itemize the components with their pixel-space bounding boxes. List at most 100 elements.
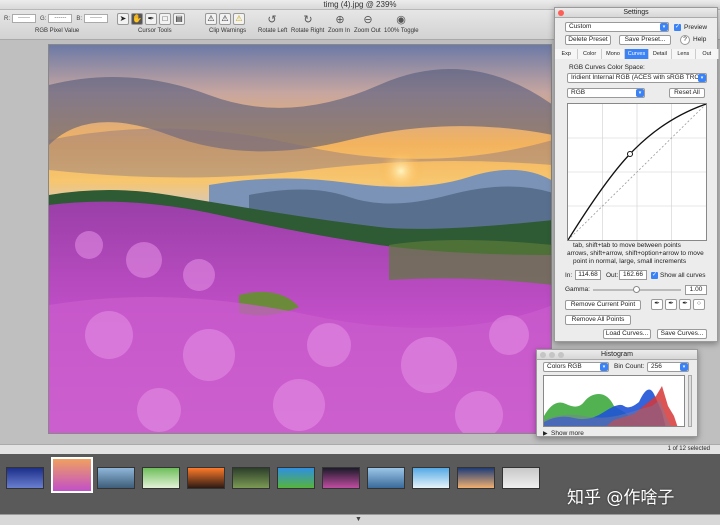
pixel-value-group: R: ------ G: ------ B: ------ [4, 14, 112, 24]
out-label: Out: [606, 272, 619, 279]
main-photo[interactable] [48, 44, 552, 434]
preset-value: Custom [569, 23, 592, 30]
preview-label: Preview [684, 24, 708, 31]
filmstrip-toggle-icon[interactable]: ▼ [355, 516, 362, 523]
tab-mono[interactable]: Mono [601, 49, 626, 59]
preview-checkbox[interactable]: ✓ [674, 24, 681, 31]
b-value-field: ------ [84, 14, 109, 24]
histogram-mode-select[interactable]: Colors RGB ▾ [543, 362, 609, 372]
filmstrip-thumbnail[interactable] [367, 467, 405, 489]
bin-count-select[interactable]: 256 ▾ [647, 362, 689, 372]
histogram-title: Histogram [601, 351, 633, 358]
colorspace-select[interactable]: Iridient Internal RGB (ACES with sRGB TR… [567, 73, 707, 83]
straighten-icon[interactable]: ▤ [173, 13, 185, 25]
curves-help-line-2: arrows, shift+arrow, shift+option+arrow … [567, 250, 704, 257]
rotate-left-icon[interactable]: ↺ [265, 13, 279, 26]
chevron-down-icon: ▾ [660, 23, 668, 31]
close-icon[interactable] [540, 352, 546, 358]
hand-tool-icon[interactable]: ✋ [131, 13, 143, 25]
histogram-scrollbar[interactable] [688, 375, 692, 427]
zoom-out-icon[interactable]: ⊖ [361, 13, 375, 26]
cursor-tools-label: Cursor Tools [138, 28, 172, 34]
tab-detail[interactable]: Detail [648, 49, 673, 59]
histogram-titlebar: Histogram [537, 350, 697, 360]
clip-warning-shadow-icon[interactable]: ⚠ [205, 13, 217, 25]
filmstrip-thumbnail[interactable] [6, 467, 44, 489]
minimize-icon[interactable] [549, 352, 555, 358]
channel-value: RGB [571, 89, 586, 96]
filmstrip-thumbnail[interactable] [457, 467, 495, 489]
show-more-link[interactable]: Show more [551, 430, 584, 437]
cursor-tools-group: ➤ ✋ ✒ □ ▤ [116, 13, 186, 25]
tab-exp[interactable]: Exp [555, 49, 579, 59]
filmstrip-thumbnail[interactable] [142, 467, 180, 489]
load-curves-button[interactable]: Load Curves... [603, 329, 651, 339]
target-icon[interactable]: ○ [693, 299, 705, 310]
zoom-in-label[interactable]: Zoom In [328, 28, 350, 34]
tab-lens[interactable]: Lens [672, 49, 696, 59]
clip-warning-highlight-icon[interactable]: ⚠ [219, 13, 231, 25]
rotate-left-label[interactable]: Rotate Left [258, 28, 287, 34]
curve-control-point [627, 151, 633, 157]
curves-help-line-1: tab, shift+tab to move between points [573, 242, 681, 249]
in-value-field[interactable]: 114.68 [575, 270, 601, 280]
filmstrip-thumbnail[interactable] [322, 467, 360, 489]
disclosure-triangle-icon[interactable]: ▶ [543, 430, 548, 437]
gray-point-eyedropper-icon[interactable]: ✒ [665, 299, 677, 310]
arrow-cursor-icon[interactable]: ➤ [117, 13, 129, 25]
show-all-curves-label: Show all curves [660, 272, 706, 279]
histogram-panel: Histogram Colors RGB ▾ Bin Count: 256 ▾ … [536, 349, 698, 437]
filmstrip-thumbnail[interactable] [277, 467, 315, 489]
tab-curves[interactable]: Curves [625, 49, 649, 59]
help-icon[interactable]: ? [680, 35, 690, 45]
save-curves-button[interactable]: Save Curves... [657, 329, 707, 339]
watermark: 知乎 @作啥子 [567, 488, 675, 508]
settings-title: Settings [623, 9, 649, 16]
zoom-out-label[interactable]: Zoom Out [354, 28, 381, 34]
white-point-eyedropper-icon[interactable]: ✒ [679, 299, 691, 310]
gamma-value-field[interactable]: 1.00 [685, 285, 707, 295]
histogram-mode-value: Colors RGB [547, 363, 582, 370]
rotate-right-label[interactable]: Rotate Right [291, 28, 324, 34]
out-value-field[interactable]: 162.66 [619, 270, 647, 280]
window-title: timg (4).jpg @ 239% [323, 0, 397, 9]
chevron-down-icon: ▾ [698, 74, 706, 82]
remove-all-points-button[interactable]: Remove All Points [565, 315, 631, 325]
in-label: In: [565, 272, 573, 279]
rotate-right-icon[interactable]: ↻ [301, 13, 315, 26]
reset-all-button[interactable]: Reset All [669, 88, 705, 98]
zoom-in-icon[interactable]: ⊕ [333, 13, 347, 26]
gamma-slider-thumb[interactable] [633, 286, 640, 293]
save-preset-button[interactable]: Save Preset... [619, 35, 671, 45]
filmstrip-thumbnail[interactable] [97, 467, 135, 489]
tab-color[interactable]: Color [578, 49, 602, 59]
remove-current-point-button[interactable]: Remove Current Point [565, 300, 641, 310]
delete-preset-button[interactable]: Delete Preset [565, 35, 611, 45]
zoom-100-toggle-icon[interactable]: ◉ [394, 13, 408, 26]
zoom-100-toggle-label[interactable]: 100% Toggle [384, 28, 419, 34]
filmstrip-thumbnail[interactable] [502, 467, 540, 489]
filmstrip-thumbnail[interactable] [412, 467, 450, 489]
channel-select[interactable]: RGB ▾ [567, 88, 645, 98]
filmstrip-thumbnail[interactable] [51, 457, 93, 493]
close-icon[interactable] [558, 10, 564, 16]
crop-icon[interactable]: □ [159, 13, 171, 25]
selection-count: 1 of 12 selected [667, 446, 710, 452]
eyedropper-icon[interactable]: ✒ [145, 13, 157, 25]
tab-out[interactable]: Out [695, 49, 719, 59]
preset-select[interactable]: Custom ▾ [565, 22, 669, 32]
status-bar: 1 of 12 selected [0, 444, 720, 454]
bin-count-label: Bin Count: [614, 363, 645, 370]
show-all-curves-checkbox[interactable]: ✓ [651, 272, 658, 279]
gamma-slider[interactable] [593, 286, 681, 293]
landscape-photo [49, 45, 551, 433]
g-label: G: [40, 15, 47, 22]
filmstrip-thumbnail[interactable] [232, 467, 270, 489]
filmstrip-thumbnail[interactable] [187, 467, 225, 489]
clip-warning-color-icon[interactable]: ⚠ [233, 13, 245, 25]
black-point-eyedropper-icon[interactable]: ✒ [651, 299, 663, 310]
r-value-field: ------ [12, 14, 36, 24]
chevron-down-icon: ▾ [636, 89, 644, 97]
zoom-icon[interactable] [558, 352, 564, 358]
curves-graph[interactable] [567, 103, 707, 241]
